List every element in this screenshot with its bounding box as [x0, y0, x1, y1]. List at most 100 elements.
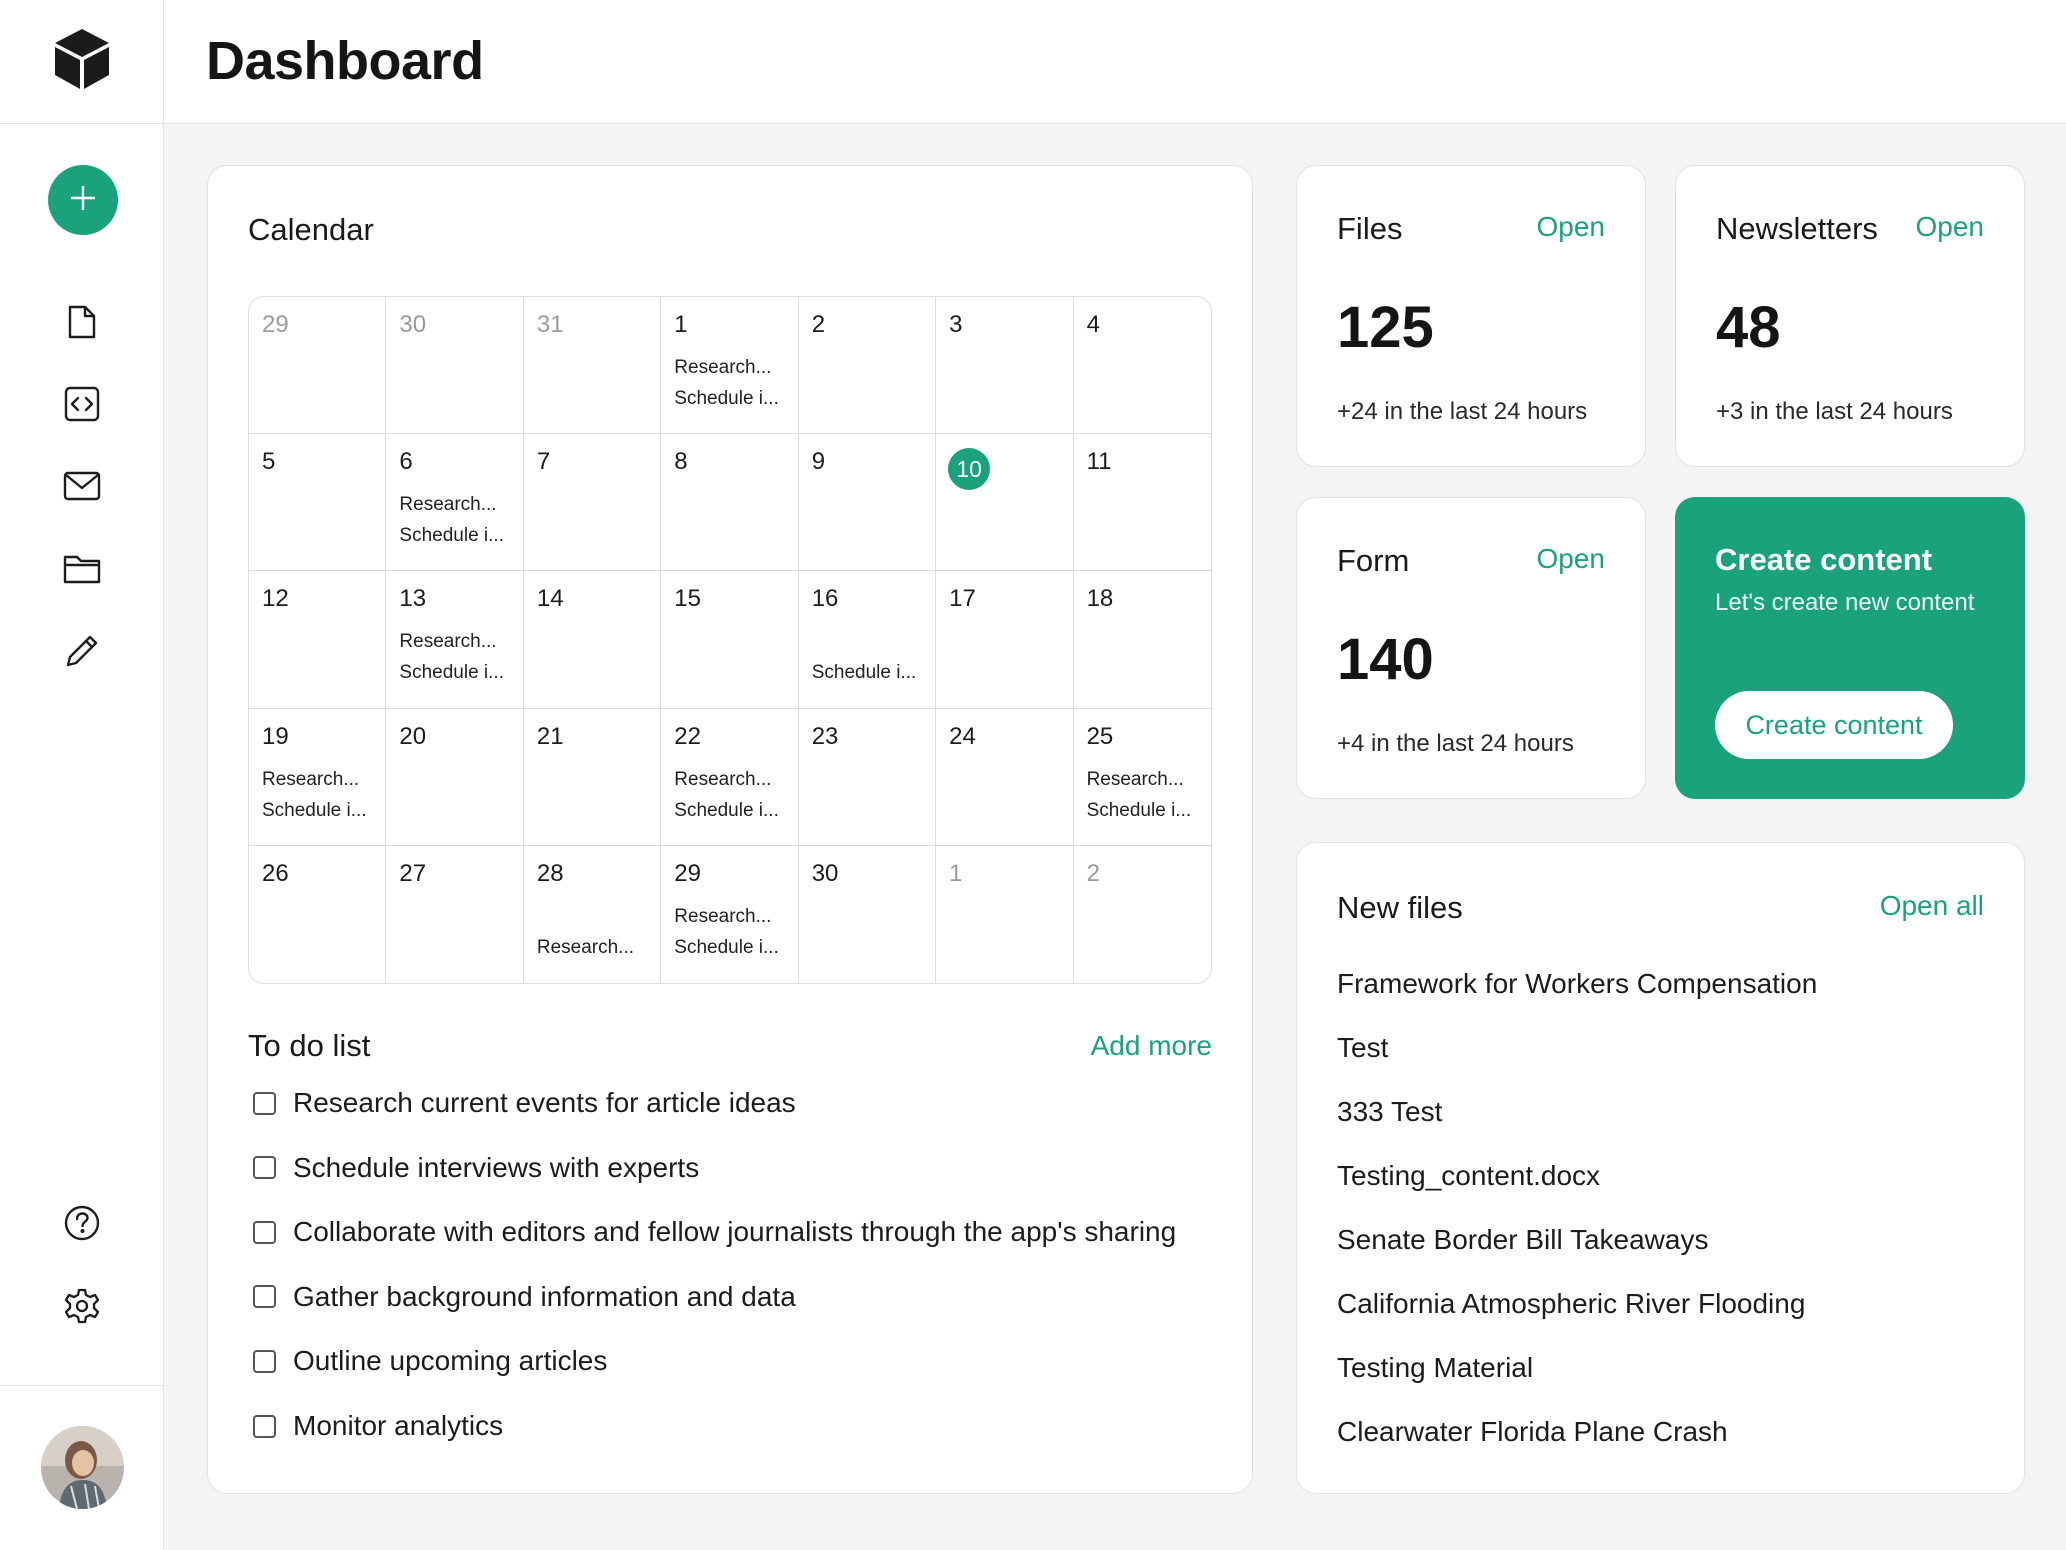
- top-header: Dashboard: [164, 0, 2066, 124]
- calendar-day[interactable]: 7: [523, 434, 662, 572]
- nav-folder-button[interactable]: [60, 549, 104, 593]
- calendar-day[interactable]: 20: [386, 708, 524, 846]
- calendar-event[interactable]: Research...: [674, 906, 796, 928]
- new-file-item[interactable]: Testing_content.docx: [1337, 1160, 1600, 1192]
- calendar-event[interactable]: Schedule i...: [399, 662, 521, 684]
- todo-checkbox[interactable]: [253, 1091, 276, 1115]
- calendar-day[interactable]: 2: [1074, 846, 1211, 983]
- calendar-event[interactable]: Schedule i...: [1087, 800, 1209, 822]
- new-file-item[interactable]: 333 Test: [1337, 1096, 1442, 1128]
- todo-item[interactable]: Schedule interviews with experts: [253, 1152, 699, 1184]
- calendar-day[interactable]: 21: [523, 708, 662, 846]
- nav-edit-button[interactable]: [60, 631, 104, 675]
- calendar-day[interactable]: 6 Research... Schedule i...: [386, 434, 524, 572]
- calendar-day[interactable]: 12: [249, 571, 387, 709]
- newsletters-open-link[interactable]: Open: [1916, 211, 1985, 243]
- calendar-day[interactable]: 29: [249, 297, 387, 435]
- calendar-event[interactable]: Schedule i...: [812, 662, 934, 684]
- calendar-day-number: 5: [262, 448, 276, 476]
- new-item-button[interactable]: [48, 165, 118, 235]
- calendar-event[interactable]: Schedule i...: [674, 800, 796, 822]
- calendar-day[interactable]: 27: [386, 845, 524, 983]
- file-icon: [66, 304, 98, 345]
- cube-logo-icon[interactable]: [52, 27, 112, 96]
- settings-button[interactable]: [60, 1286, 104, 1330]
- todo-item[interactable]: Monitor analytics: [253, 1410, 503, 1442]
- todo-item[interactable]: Collaborate with editors and fellow jour…: [253, 1216, 1176, 1248]
- nav-code-button[interactable]: [60, 384, 104, 428]
- calendar-day[interactable]: 4: [1073, 297, 1211, 435]
- calendar-day-number: 22: [674, 722, 701, 750]
- new-file-item[interactable]: California Atmospheric River Flooding: [1337, 1288, 1805, 1320]
- calendar-event[interactable]: Schedule i...: [674, 937, 796, 959]
- calendar-day-number: 1: [949, 859, 963, 887]
- calendar-day[interactable]: 22 Research... Schedule i...: [661, 708, 799, 846]
- calendar-day[interactable]: 5: [249, 434, 387, 572]
- calendar-day[interactable]: 29 Research... Schedule i...: [661, 845, 799, 983]
- calendar-day[interactable]: 3: [936, 297, 1074, 435]
- nav-files-button[interactable]: [60, 302, 104, 346]
- calendar-day[interactable]: 17: [936, 571, 1074, 709]
- calendar-day[interactable]: 19 Research... Schedule i...: [249, 708, 387, 846]
- todo-item-label: Collaborate with editors and fellow jour…: [293, 1216, 1177, 1248]
- calendar-day[interactable]: 31: [523, 297, 662, 435]
- create-content-card: Create content Let's create new content …: [1675, 497, 2025, 799]
- todo-item[interactable]: Outline upcoming articles: [253, 1345, 607, 1377]
- new-file-item[interactable]: Senate Border Bill Takeaways: [1337, 1224, 1708, 1256]
- calendar-day[interactable]: 24: [936, 708, 1074, 846]
- avatar[interactable]: [41, 1426, 124, 1509]
- new-files-card: New files Open all Framework for Workers…: [1296, 842, 2025, 1494]
- todo-item[interactable]: Research current events for article idea…: [253, 1087, 796, 1119]
- new-file-item[interactable]: Test: [1337, 1032, 1388, 1064]
- calendar-day[interactable]: 11: [1073, 434, 1211, 572]
- form-open-link[interactable]: Open: [1537, 543, 1606, 575]
- calendar-event[interactable]: Research...: [674, 357, 796, 379]
- calendar-day[interactable]: 9: [798, 434, 937, 572]
- calendar-day[interactable]: 13 Research... Schedule i...: [386, 571, 524, 709]
- calendar-day[interactable]: 1: [936, 845, 1074, 983]
- calendar-event[interactable]: Schedule i...: [399, 525, 521, 547]
- new-file-item[interactable]: Testing Material: [1337, 1352, 1533, 1384]
- calendar-day[interactable]: 25 Research... Schedule i...: [1073, 709, 1211, 846]
- calendar-day[interactable]: 15: [661, 571, 799, 709]
- calendar-event[interactable]: Research...: [1087, 769, 1209, 791]
- new-file-item[interactable]: Framework for Workers Compensation: [1337, 968, 1817, 1000]
- calendar-event[interactable]: Schedule i...: [262, 800, 384, 822]
- open-all-link[interactable]: Open all: [1880, 890, 1984, 922]
- calendar-day[interactable]: 26: [249, 845, 387, 983]
- calendar-day[interactable]: 30: [386, 297, 524, 435]
- calendar-event[interactable]: Research...: [399, 631, 521, 653]
- calendar-day[interactable]: 18: [1073, 571, 1211, 709]
- calendar-event[interactable]: Research...: [262, 769, 384, 791]
- calendar-day-number: 15: [674, 585, 701, 613]
- files-open-link[interactable]: Open: [1537, 211, 1606, 243]
- todo-checkbox[interactable]: [253, 1285, 276, 1309]
- calendar-day[interactable]: 16 Schedule i...: [798, 571, 937, 709]
- todo-checkbox[interactable]: [253, 1414, 276, 1438]
- calendar-day[interactable]: 2: [798, 297, 937, 435]
- calendar-day[interactable]: 30: [799, 845, 937, 983]
- todo-checkbox[interactable]: [253, 1349, 276, 1373]
- nav-mail-button[interactable]: [60, 466, 104, 510]
- form-card: Form Open 140 +4 in the last 24 hours: [1296, 497, 1646, 799]
- new-file-item[interactable]: Clearwater Florida Plane Crash: [1337, 1416, 1728, 1448]
- calendar-day[interactable]: 28 Research...: [524, 845, 662, 983]
- calendar-event[interactable]: Research...: [399, 494, 521, 516]
- todo-title: To do list: [248, 1028, 371, 1063]
- calendar-day[interactable]: 1 Research... Schedule i...: [661, 297, 799, 435]
- todo-item[interactable]: Gather background information and data: [253, 1281, 796, 1313]
- add-more-link[interactable]: Add more: [1091, 1030, 1212, 1062]
- calendar-day-number: 26: [262, 859, 289, 887]
- calendar-day-today[interactable]: 10: [936, 434, 1074, 572]
- calendar-event[interactable]: Research...: [537, 937, 659, 959]
- calendar-day[interactable]: 14: [523, 571, 662, 709]
- calendar-day[interactable]: 23: [798, 708, 937, 846]
- help-button[interactable]: [60, 1203, 104, 1247]
- calendar-event[interactable]: Research...: [674, 769, 796, 791]
- files-count: 125: [1337, 295, 1434, 360]
- create-content-button[interactable]: Create content: [1715, 691, 1953, 759]
- todo-checkbox[interactable]: [253, 1220, 276, 1244]
- calendar-event[interactable]: Schedule i...: [674, 388, 796, 410]
- calendar-day[interactable]: 8: [661, 434, 799, 572]
- todo-checkbox[interactable]: [253, 1156, 276, 1180]
